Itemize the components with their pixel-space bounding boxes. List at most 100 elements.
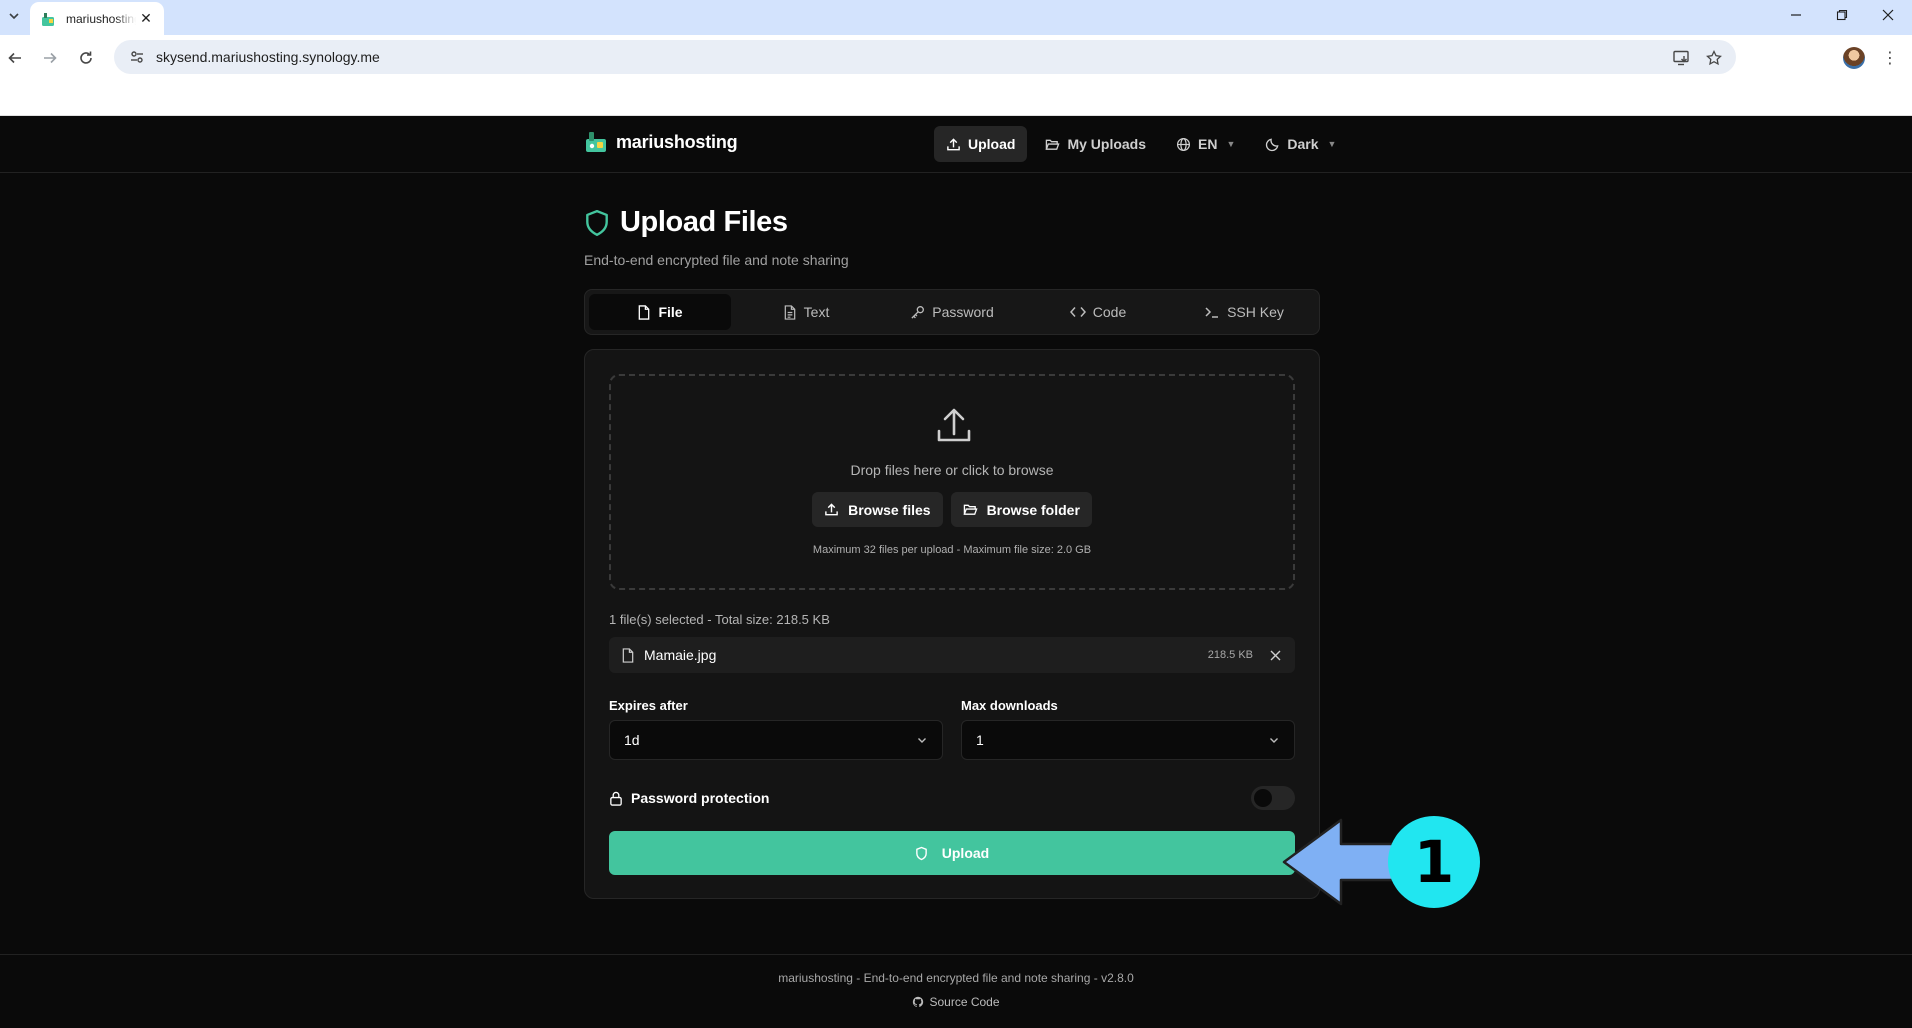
file-name: Mamaie.jpg (644, 647, 717, 663)
language-label: EN (1198, 136, 1218, 152)
file-icon (639, 304, 650, 320)
upload-card: Drop files here or click to browse Brows… (584, 349, 1320, 899)
browse-files-label: Browse files (848, 501, 931, 518)
browse-buttons: Browse files Browse folder (611, 492, 1293, 527)
browse-folder-label: Browse folder (986, 501, 1080, 518)
nav-my-uploads-label: My Uploads (1067, 136, 1147, 152)
shield-icon (586, 209, 608, 236)
title-row: Upload Files (584, 206, 788, 239)
password-protection-toggle[interactable] (1251, 786, 1295, 810)
max-downloads-select[interactable]: 1 (961, 720, 1295, 760)
folder-open-icon (1045, 139, 1060, 150)
footer-text: mariushosting - End-to-end encrypted fil… (778, 971, 1134, 985)
address-bar[interactable]: skysend.mariushosting.synology.me (114, 40, 1736, 74)
folder-open-icon (963, 504, 978, 515)
moon-icon (1266, 138, 1279, 151)
file-text-icon (784, 304, 795, 320)
upload-button[interactable]: Upload (609, 831, 1295, 875)
terminal-icon (1205, 307, 1219, 318)
install-app-icon[interactable] (1672, 48, 1692, 68)
max-downloads-label: Max downloads (961, 698, 1058, 713)
content-type-tabs: File Text Password Code SSH Key (584, 289, 1320, 335)
tab-code-label: Code (1092, 304, 1127, 320)
tab-ssh-key[interactable]: SSH Key (1173, 294, 1315, 330)
github-icon (913, 996, 924, 1007)
source-code-label: Source Code (929, 995, 1000, 1009)
chevron-down-icon: ▼ (1226, 139, 1236, 149)
site-info-icon[interactable] (122, 42, 152, 72)
brand-name: mariushosting (616, 131, 738, 152)
tab-ssh-key-label: SSH Key (1227, 304, 1284, 320)
profile-avatar[interactable] (1843, 47, 1865, 69)
site-favicon-icon (42, 12, 54, 26)
upload-limits: Maximum 32 files per upload - Maximum fi… (812, 544, 1092, 556)
brand[interactable]: mariushosting (584, 130, 738, 154)
bookmarks-bar (0, 81, 1912, 116)
theme-label: Dark (1287, 136, 1319, 152)
tab-text-label: Text (803, 304, 830, 320)
tab-password-label: Password (932, 304, 994, 320)
theme-selector[interactable]: Dark ▼ (1253, 126, 1348, 162)
toggle-knob (1254, 789, 1272, 807)
max-downloads-value: 1 (976, 732, 984, 748)
upload-button-label: Upload (941, 845, 990, 861)
file-icon (622, 647, 634, 663)
browse-folder-button[interactable]: Browse folder (950, 492, 1092, 527)
expires-value: 1d (624, 732, 640, 748)
password-protection-row: Password protection (609, 784, 1295, 812)
source-code-link[interactable]: Source Code (0, 995, 1912, 1009)
dropzone-prompt: Drop files here or click to browse (850, 462, 1054, 478)
upload-icon (825, 503, 838, 516)
forward-icon[interactable] (37, 45, 63, 71)
nav-my-uploads[interactable]: My Uploads (1033, 126, 1158, 162)
annotation-step-badge: 1 (1388, 816, 1480, 908)
globe-icon (1177, 137, 1191, 151)
remove-file-icon[interactable] (1267, 647, 1283, 663)
upload-icon (947, 137, 960, 150)
footer: mariushosting - End-to-end encrypted fil… (0, 954, 1912, 1028)
key-icon (911, 305, 925, 319)
code-icon (1069, 307, 1086, 317)
browser-toolbar: skysend.mariushosting.synology.me ⋮ (0, 35, 1912, 81)
close-window-icon[interactable] (1865, 0, 1911, 30)
tab-password[interactable]: Password (881, 294, 1023, 330)
page-title: Upload Files (620, 206, 788, 238)
nav-upload[interactable]: Upload (934, 126, 1028, 162)
tab-file-label: File (658, 304, 683, 320)
file-dropzone[interactable]: Drop files here or click to browse Brows… (609, 374, 1295, 590)
restore-icon[interactable] (1819, 0, 1865, 30)
tab-file[interactable]: File (589, 294, 731, 330)
browser-tab[interactable]: mariushosting ✕ (30, 2, 164, 35)
top-nav: Upload My Uploads EN ▼ Dark ▼ (934, 126, 1348, 162)
lock-icon (610, 791, 622, 806)
app-header: mariushosting Upload My Uploads EN ▼ Dar… (0, 116, 1912, 173)
annotation-arrow-icon (1282, 818, 1402, 906)
minimize-icon[interactable] (1773, 0, 1819, 30)
expires-select[interactable]: 1d (609, 720, 943, 760)
tab-close-icon[interactable]: ✕ (138, 10, 154, 27)
password-protection-label: Password protection (631, 790, 770, 806)
browser-tab-strip: mariushosting ✕ (0, 0, 1912, 35)
browse-files-button[interactable]: Browse files (812, 492, 943, 527)
bookmark-star-icon[interactable] (1704, 48, 1724, 68)
reload-icon[interactable] (73, 45, 99, 71)
nav-upload-label: Upload (968, 136, 1016, 152)
expires-label: Expires after (609, 698, 688, 713)
tab-code[interactable]: Code (1027, 294, 1169, 330)
browser-menu-icon[interactable]: ⋮ (1880, 47, 1900, 69)
brand-logo-icon (586, 132, 606, 152)
list-item: Mamaie.jpg 218.5 KB (609, 637, 1295, 673)
chevron-down-icon: ▼ (1327, 139, 1337, 149)
shield-icon (915, 846, 927, 860)
chevron-down-icon (918, 738, 926, 743)
language-selector[interactable]: EN ▼ (1164, 126, 1247, 162)
selection-summary: 1 file(s) selected - Total size: 218.5 K… (609, 612, 830, 627)
tab-text[interactable]: Text (735, 294, 877, 330)
back-icon[interactable] (2, 45, 28, 71)
url-text[interactable]: skysend.mariushosting.synology.me (156, 49, 380, 65)
file-size: 218.5 KB (1207, 649, 1253, 661)
page: mariushosting Upload My Uploads EN ▼ Dar… (0, 116, 1912, 1028)
chevron-down-icon (1270, 738, 1278, 743)
tab-search-icon[interactable] (4, 6, 24, 26)
page-subtitle: End-to-end encrypted file and note shari… (584, 252, 849, 268)
